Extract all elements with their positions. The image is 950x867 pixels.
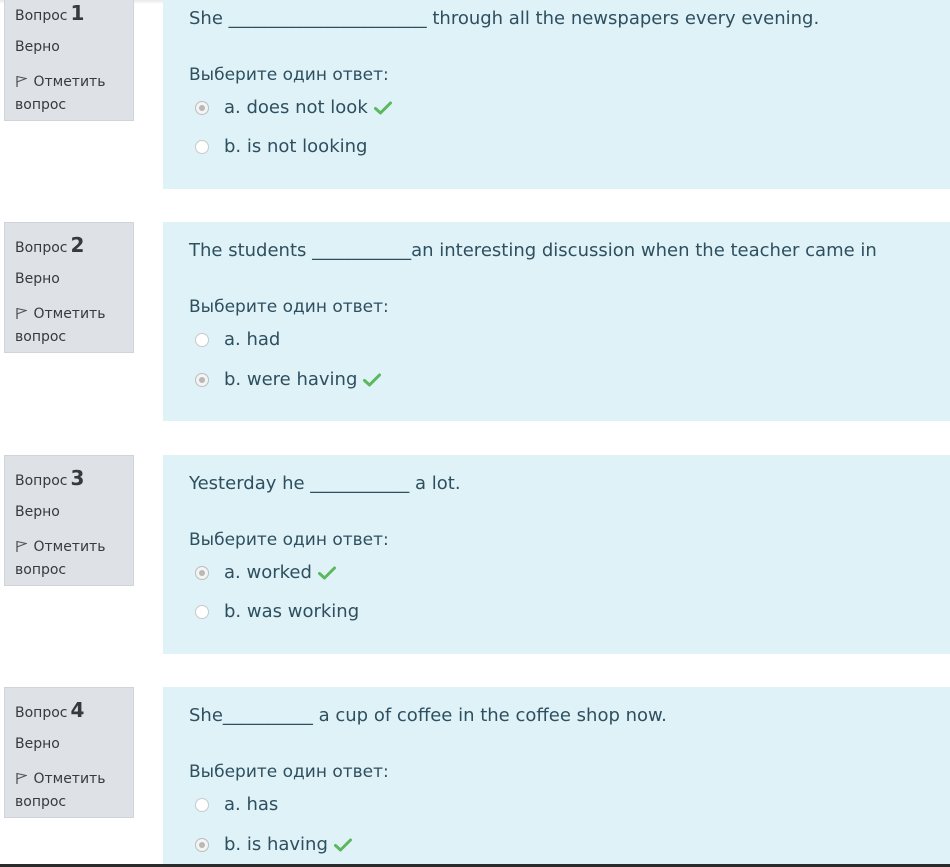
- answer-option-b[interactable]: b. is having: [195, 834, 352, 855]
- question-info: Вопрос 3 Верно Отметить вопрос: [4, 455, 134, 586]
- question-number-value: 1: [70, 1, 85, 25]
- question-4: Вопрос 4 Верно Отметить вопрос She_______…: [0, 687, 950, 867]
- check-icon: [317, 566, 336, 579]
- question-number-value: 4: [70, 698, 85, 722]
- flag-label: Отметить вопрос: [15, 306, 106, 345]
- radio-selected[interactable]: [195, 100, 209, 115]
- option-label: b. was working: [224, 601, 360, 622]
- question-number: Вопрос 4: [15, 698, 84, 722]
- flag-icon: [16, 772, 27, 784]
- question-label: Вопрос: [15, 240, 68, 256]
- check-icon: [333, 838, 352, 851]
- question-3: Вопрос 3 Верно Отметить вопрос Yesterday …: [0, 455, 950, 655]
- radio-selected[interactable]: [195, 565, 209, 580]
- radio-selected[interactable]: [195, 372, 209, 387]
- question-content: Yesterday he ___________ a lot. Выберите…: [163, 455, 950, 654]
- answer-option-b[interactable]: b. was working: [195, 601, 359, 622]
- question-content: The students ___________an interesting d…: [163, 222, 950, 421]
- answer-option-b[interactable]: b. is not looking: [195, 136, 367, 157]
- question-state: Верно: [15, 736, 60, 752]
- flag-icon: [16, 307, 27, 319]
- option-label: a. does not look: [224, 97, 368, 118]
- flag-label: Отметить вопрос: [15, 539, 106, 578]
- option-label: b. is not looking: [224, 136, 368, 157]
- flag-question-link[interactable]: Отметить вопрос: [15, 303, 125, 349]
- question-label: Вопрос: [15, 8, 68, 24]
- option-label: a. had: [224, 329, 281, 350]
- answer-prompt: Выберите один ответ:: [189, 297, 389, 317]
- radio-unselected[interactable]: [195, 139, 209, 154]
- answer-option-a[interactable]: a. worked: [195, 562, 336, 583]
- question-text: She ______________________ through all t…: [189, 8, 820, 29]
- question-text: The students ___________an interesting d…: [189, 240, 877, 261]
- question-label: Вопрос: [15, 705, 68, 721]
- flag-label: Отметить вопрос: [15, 771, 106, 810]
- flag-question-link[interactable]: Отметить вопрос: [15, 768, 125, 814]
- flag-question-link[interactable]: Отметить вопрос: [15, 71, 125, 117]
- question-text: She__________ a cup of coffee in the cof…: [189, 705, 667, 726]
- radio-selected[interactable]: [195, 837, 209, 852]
- answer-prompt: Выберите один ответ:: [189, 65, 389, 85]
- question-state: Верно: [15, 504, 60, 520]
- flag-question-link[interactable]: Отметить вопрос: [15, 536, 125, 582]
- question-label: Вопрос: [15, 473, 68, 489]
- quiz-review-page: Вопрос 1 Верно Отметить вопрос She ______…: [0, 0, 950, 867]
- flag-label: Отметить вопрос: [15, 74, 106, 113]
- flag-icon: [16, 75, 27, 87]
- radio-unselected[interactable]: [195, 604, 209, 619]
- question-state: Верно: [15, 271, 60, 287]
- question-number-value: 2: [70, 233, 85, 257]
- question-number: Вопрос 1: [15, 1, 84, 25]
- option-label: a. worked: [224, 562, 312, 583]
- question-1: Вопрос 1 Верно Отметить вопрос She ______…: [0, 0, 950, 190]
- radio-unselected[interactable]: [195, 332, 209, 347]
- answer-option-a[interactable]: a. has: [195, 794, 278, 815]
- question-number-value: 3: [70, 466, 85, 490]
- answer-option-a[interactable]: a. does not look: [195, 97, 392, 118]
- option-label: b. is having: [224, 834, 328, 855]
- answer-prompt: Выберите один ответ:: [189, 530, 389, 550]
- question-info: Вопрос 4 Верно Отметить вопрос: [4, 687, 134, 818]
- question-content: She ______________________ through all t…: [163, 0, 950, 189]
- check-icon: [363, 373, 382, 386]
- radio-unselected[interactable]: [195, 797, 209, 812]
- question-info: Вопрос 1 Верно Отметить вопрос: [4, 0, 134, 121]
- question-number: Вопрос 2: [15, 233, 84, 257]
- option-label: a. has: [224, 794, 279, 815]
- answer-option-b[interactable]: b. were having: [195, 369, 382, 390]
- question-state: Верно: [15, 39, 60, 55]
- question-info: Вопрос 2 Верно Отметить вопрос: [4, 222, 134, 353]
- question-text: Yesterday he ___________ a lot.: [189, 473, 461, 494]
- question-number: Вопрос 3: [15, 466, 84, 490]
- question-2: Вопрос 2 Верно Отметить вопрос The studen…: [0, 222, 950, 422]
- answer-prompt: Выберите один ответ:: [189, 762, 389, 782]
- option-label: b. were having: [224, 369, 358, 390]
- check-icon: [373, 101, 392, 114]
- question-content: She__________ a cup of coffee in the cof…: [163, 687, 950, 867]
- answer-option-a[interactable]: a. had: [195, 329, 280, 350]
- flag-icon: [16, 540, 27, 552]
